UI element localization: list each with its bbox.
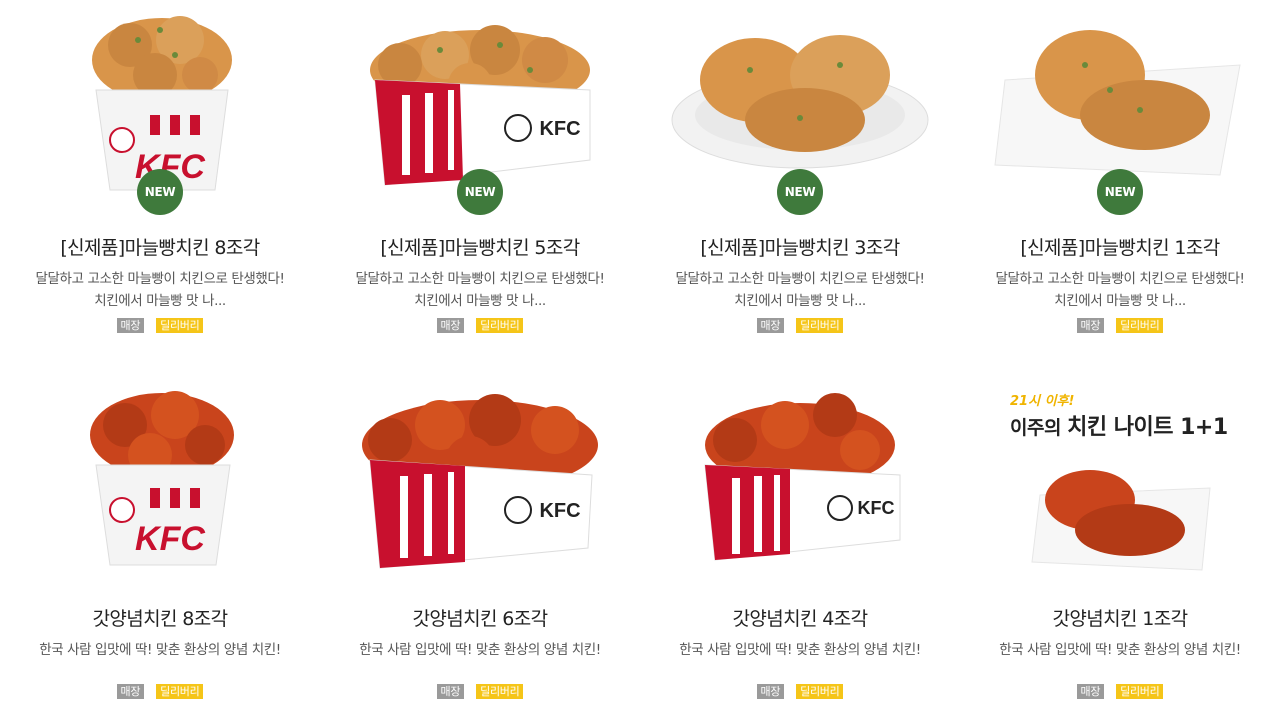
channel-tags: 매장 딜리버리 <box>650 318 950 333</box>
svg-text:KFC: KFC <box>858 498 895 518</box>
delivery-tag: 딜리버리 <box>1116 684 1164 699</box>
product-description: 달달하고 고소한 마늘빵이 치킨으로 탄생했다! 치킨에서 마늘빵 맛 나... <box>330 268 630 312</box>
description-line: 치킨에서 마늘빵 맛 나... <box>1054 293 1186 309</box>
store-tag: 매장 <box>756 684 785 699</box>
description-line: 달달하고 고소한 마늘빵이 치킨으로 탄생했다! <box>355 271 605 287</box>
product-description: 달달하고 고소한 마늘빵이 치킨으로 탄생했다! 치킨에서 마늘빵 맛 나... <box>970 268 1270 312</box>
product-title[interactable]: [신제품]마늘빵치킨 5조각 <box>330 233 630 260</box>
product-title[interactable]: 갓양념치킨 6조각 <box>330 604 630 631</box>
product-card[interactable]: KFC 갓양념치킨 4조각 한국 사람 입맛에 딱! 맞춘 환상의 양념 치킨!… <box>650 380 950 700</box>
description-line: 달달하고 고소한 마늘빵이 치킨으로 탄생했다! <box>35 271 285 287</box>
channel-tags: 매장 딜리버리 <box>10 684 310 699</box>
product-grid: KFC NEW [신제품]마늘빵치킨 8조각 달달하고 고소한 마늘빵이 치킨으… <box>0 0 1287 717</box>
promo-time-label: 21시 이후! <box>1010 394 1075 409</box>
yangnyeom-box-image: KFC <box>704 393 901 561</box>
store-tag: 매장 <box>756 318 785 333</box>
store-tag: 매장 <box>116 684 145 699</box>
description-line: 치킨에서 마늘빵 맛 나... <box>414 293 546 309</box>
description-line: 달달하고 고소한 마늘빵이 치킨으로 탄생했다! <box>675 271 925 287</box>
channel-tags: 매장 딜리버리 <box>970 318 1270 333</box>
product-description: 한국 사람 입맛에 딱! 맞춘 환상의 양념 치킨! <box>39 642 281 658</box>
description-line: 치킨에서 마늘빵 맛 나... <box>734 293 866 309</box>
channel-tags: 매장 딜리버리 <box>330 318 630 333</box>
product-card[interactable]: KFC 갓양념치킨 8조각 한국 사람 입맛에 딱! 맞춘 환상의 양념 치킨!… <box>10 380 310 700</box>
svg-text:KFC: KFC <box>539 500 580 522</box>
store-tag: 매장 <box>1076 684 1105 699</box>
delivery-tag: 딜리버리 <box>1116 318 1164 333</box>
product-title[interactable]: [신제품]마늘빵치킨 3조각 <box>650 233 950 260</box>
product-image[interactable]: KFC <box>330 380 630 580</box>
product-card[interactable]: KFC NEW [신제품]마늘빵치킨 8조각 달달하고 고소한 마늘빵이 치킨으… <box>10 0 310 333</box>
channel-tags: 매장 딜리버리 <box>330 684 630 699</box>
delivery-tag: 딜리버리 <box>156 318 204 333</box>
product-title[interactable]: 갓양념치킨 4조각 <box>650 604 950 631</box>
svg-text:KFC: KFC <box>135 520 205 558</box>
channel-tags: 매장 딜리버리 <box>10 318 310 333</box>
chicken-night-promo-label: 21시 이후! 이주의 치킨 나이트 1+1 <box>1010 390 1250 441</box>
product-image[interactable]: NEW <box>970 0 1270 215</box>
store-tag: 매장 <box>436 684 465 699</box>
product-image[interactable]: KFC NEW <box>330 0 630 215</box>
yangnyeom-bucket-image: KFC <box>90 391 234 566</box>
product-title[interactable]: [신제품]마늘빵치킨 8조각 <box>10 233 310 260</box>
delivery-tag: 딜리버리 <box>796 318 844 333</box>
delivery-tag: 딜리버리 <box>476 684 524 699</box>
product-card[interactable]: KFC NEW [신제품]마늘빵치킨 5조각 달달하고 고소한 마늘빵이 치킨으… <box>330 0 630 333</box>
product-description: 한국 사람 입맛에 딱! 맞춘 환상의 양념 치킨! <box>999 642 1241 658</box>
store-tag: 매장 <box>436 318 465 333</box>
product-image[interactable]: KFC <box>650 380 950 580</box>
promo-main-text: 치킨 나이트 1+1 <box>1067 415 1228 440</box>
product-description: 한국 사람 입맛에 딱! 맞춘 환상의 양념 치킨! <box>359 642 601 658</box>
product-card[interactable]: NEW [신제품]마늘빵치킨 3조각 달달하고 고소한 마늘빵이 치킨으로 탄생… <box>650 0 950 333</box>
product-title[interactable]: 갓양념치킨 8조각 <box>10 604 310 631</box>
description-line: 달달하고 고소한 마늘빵이 치킨으로 탄생했다! <box>995 271 1245 287</box>
yangnyeom-box-image: KFC <box>362 394 598 569</box>
product-card[interactable]: KFC 갓양념치킨 6조각 한국 사람 입맛에 딱! 맞춘 환상의 양념 치킨!… <box>330 380 630 700</box>
delivery-tag: 딜리버리 <box>796 684 844 699</box>
description-line: 치킨에서 마늘빵 맛 나... <box>94 293 226 309</box>
new-badge: NEW <box>137 169 183 215</box>
channel-tags: 매장 딜리버리 <box>970 684 1270 699</box>
delivery-tag: 딜리버리 <box>156 684 204 699</box>
product-description: 달달하고 고소한 마늘빵이 치킨으로 탄생했다! 치킨에서 마늘빵 맛 나... <box>10 268 310 312</box>
new-badge: NEW <box>457 169 503 215</box>
promo-title: 이주의 치킨 나이트 1+1 <box>1010 409 1250 441</box>
channel-tags: 매장 딜리버리 <box>650 684 950 699</box>
product-description: 한국 사람 입맛에 딱! 맞춘 환상의 양념 치킨! <box>679 642 921 658</box>
product-image[interactable]: NEW <box>650 0 950 215</box>
store-tag: 매장 <box>116 318 145 333</box>
product-title[interactable]: 갓양념치킨 1조각 <box>970 604 1270 631</box>
product-card[interactable]: NEW [신제품]마늘빵치킨 1조각 달달하고 고소한 마늘빵이 치킨으로 탄생… <box>970 0 1270 333</box>
store-tag: 매장 <box>1076 318 1105 333</box>
svg-text:KFC: KFC <box>539 118 580 140</box>
product-image[interactable]: KFC NEW <box>10 0 310 215</box>
product-image[interactable]: KFC <box>10 380 310 580</box>
product-title[interactable]: [신제품]마늘빵치킨 1조각 <box>970 233 1270 260</box>
delivery-tag: 딜리버리 <box>476 318 524 333</box>
new-badge: NEW <box>777 169 823 215</box>
product-description: 달달하고 고소한 마늘빵이 치킨으로 탄생했다! 치킨에서 마늘빵 맛 나... <box>650 268 950 312</box>
promo-prefix: 이주의 <box>1010 417 1061 439</box>
new-badge: NEW <box>1097 169 1143 215</box>
